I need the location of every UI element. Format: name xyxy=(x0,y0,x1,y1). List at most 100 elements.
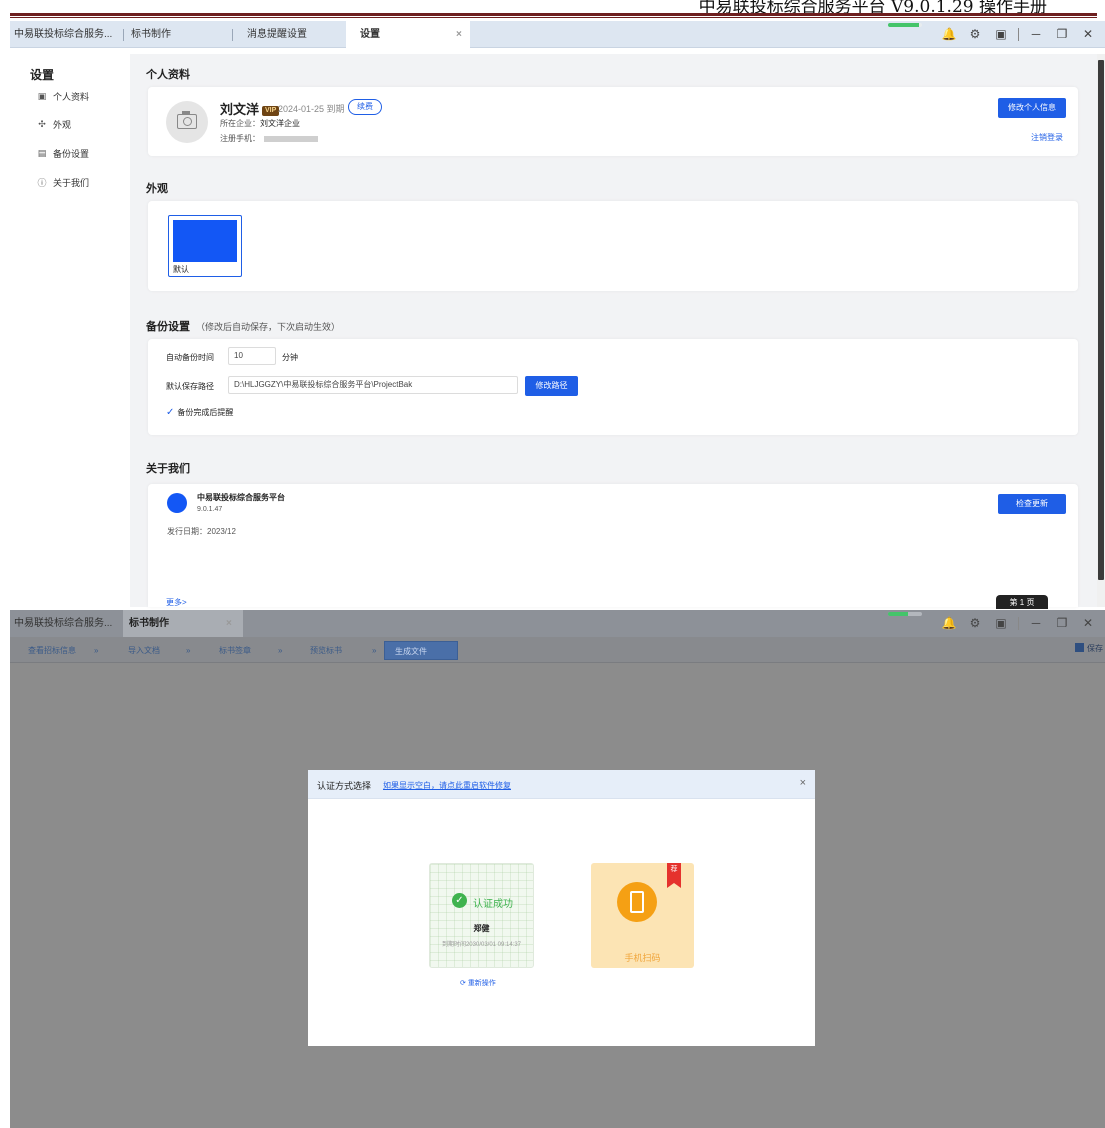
gear-icon[interactable]: ⚙ xyxy=(962,21,988,48)
step-view-tender[interactable]: 查看招标信息 xyxy=(18,641,86,660)
save-button[interactable]: 保存 xyxy=(1075,643,1103,654)
tab-message-settings[interactable]: 消息提醒设置 xyxy=(243,21,343,48)
sidebar-item-label: 备份设置 xyxy=(53,149,90,159)
step-import-doc[interactable]: 导入文档 xyxy=(118,641,170,660)
app-logo xyxy=(167,493,187,513)
edit-profile-button[interactable]: 修改个人信息 xyxy=(998,98,1066,118)
profile-card-icon: ▣ xyxy=(37,91,47,101)
tab-settings[interactable]: 设置 × xyxy=(346,21,470,48)
gear-icon[interactable]: ⚙ xyxy=(962,610,988,637)
step-generate-file[interactable]: 生成文件 xyxy=(384,641,458,660)
redo-label: 重新操作 xyxy=(467,980,496,987)
phone-line: 注册手机： xyxy=(220,133,318,144)
tab-home[interactable]: 中易联投标综合服务... xyxy=(10,21,122,48)
close-icon[interactable]: × xyxy=(800,777,806,789)
restore-icon[interactable]: ❐ xyxy=(1049,610,1075,637)
bell-icon[interactable]: 🔔 xyxy=(936,21,962,48)
dialog-header: 认证方式选择 如果显示空白，请点此重启软件修复 × xyxy=(308,770,815,799)
sidebar-item-backup[interactable]: ▤ 备份设置 xyxy=(37,147,89,160)
backup-note: （修改后自动保存，下次启动生效） xyxy=(196,322,341,332)
sidebar-item-about[interactable]: ⓘ 关于我们 xyxy=(37,176,89,189)
appearance-card: 默认 xyxy=(148,201,1078,291)
profile-card: 刘文洋 VIP 2024-01-25 到期 续费 所在企业：刘文洋企业 注册手机：… xyxy=(148,87,1078,156)
vip-badge: VIP xyxy=(262,106,280,116)
header-rule-thin xyxy=(10,17,1097,18)
theme-option-default[interactable]: 默认 xyxy=(168,215,242,277)
renew-button[interactable]: 续费 xyxy=(348,99,382,115)
appearance-section-title: 外观 xyxy=(146,183,168,195)
sync-progress-bar xyxy=(888,23,922,27)
message-box-icon[interactable]: ▣ xyxy=(988,21,1014,48)
window-controls: 🔔 ⚙ ▣ ─ ❐ ✕ xyxy=(936,21,1101,48)
tab-bid-doc[interactable]: 标书制作 × xyxy=(123,610,243,637)
check-update-button[interactable]: 检查更新 xyxy=(998,494,1066,514)
profile-section-title: 个人资料 xyxy=(146,69,190,81)
tab-settings-label: 设置 xyxy=(360,29,380,40)
app-titlebar-2: 中易联投标综合服务... 标书制作 × 🔔 ⚙ ▣ ─ ❐ ✕ xyxy=(10,610,1105,637)
change-path-button[interactable]: 修改路径 xyxy=(525,376,578,396)
logout-link[interactable]: 注销登录 xyxy=(1031,132,1063,143)
repair-link[interactable]: 如果显示空白，请点此重启软件修复 xyxy=(383,780,511,791)
redo-link[interactable]: ⟳ 重新操作 xyxy=(460,978,496,988)
document-header: 中易联投标综合服务平台 V9.0.1.29 操作手册 xyxy=(0,0,1105,19)
message-box-icon[interactable]: ▣ xyxy=(988,610,1014,637)
restore-icon[interactable]: ❐ xyxy=(1049,21,1075,48)
control-separator xyxy=(1018,617,1019,630)
sidebar-item-label: 关于我们 xyxy=(53,178,90,188)
theme-label: 默认 xyxy=(173,265,189,274)
backup-section-title: 备份设置 （修改后自动保存，下次启动生效） xyxy=(146,318,340,334)
auth-user-name: 郑健 xyxy=(473,924,490,933)
minimize-icon[interactable]: ─ xyxy=(1023,610,1049,637)
save-path-input[interactable]: D:\HLJGGZY\中易联投标综合服务平台\ProjectBak xyxy=(228,376,518,394)
settings-title: 设置 xyxy=(30,68,55,82)
auth-success-card[interactable]: ✓ 认证成功 郑健 到期时间2030/03/01 09:14:37 xyxy=(429,863,534,968)
tab-home[interactable]: 中易联投标综合服务... xyxy=(10,610,122,637)
settings-scrollbar[interactable] xyxy=(1097,54,1105,607)
step-arrow-icon: » xyxy=(186,646,191,655)
backup-card: 自动备份时间 10 分钟 默认保存路径 D:\HLJGGZY\中易联投标综合服务… xyxy=(148,339,1078,435)
auth-expiry: 到期时间2030/03/01 09:14:37 xyxy=(441,942,522,948)
save-icon xyxy=(1075,643,1084,652)
step-sign[interactable]: 标书签章 xyxy=(209,641,261,660)
app-titlebar: 中易联投标综合服务... 标书制作 消息提醒设置 设置 × 🔔 ⚙ ▣ ─ ❐ … xyxy=(10,21,1105,48)
phone-label: 注册手机： xyxy=(220,134,260,143)
step-arrow-icon: » xyxy=(278,646,283,655)
about-section-title: 关于我们 xyxy=(146,463,190,475)
control-separator xyxy=(1018,28,1019,41)
step-preview[interactable]: 预览标书 xyxy=(300,641,352,660)
close-icon[interactable]: × xyxy=(456,21,462,48)
more-link[interactable]: 更多> xyxy=(166,597,187,608)
auto-backup-label: 自动备份时间 xyxy=(166,353,214,362)
company-line: 所在企业：刘文洋企业 xyxy=(220,118,300,129)
tab-separator xyxy=(123,29,124,41)
phone-icon xyxy=(617,882,657,922)
sidebar-item-label: 外观 xyxy=(53,120,72,130)
header-rule xyxy=(10,13,1097,16)
sync-progress-bar xyxy=(888,612,922,616)
scrollbar-thumb[interactable] xyxy=(1098,60,1104,580)
scan-label: 手机扫码 xyxy=(624,953,661,963)
close-window-icon[interactable]: ✕ xyxy=(1075,21,1101,48)
auto-backup-input[interactable]: 10 xyxy=(228,347,276,365)
save-path-label: 默认保存路径 xyxy=(166,382,214,391)
minimize-icon[interactable]: ─ xyxy=(1023,21,1049,48)
sidebar-item-label: 个人资料 xyxy=(53,92,90,102)
sidebar-item-appearance[interactable]: ✣ 外观 xyxy=(37,118,71,131)
close-icon[interactable]: × xyxy=(226,610,232,637)
settings-sidebar: 设置 ▣ 个人资料 ✣ 外观 ▤ 备份设置 ⓘ 关于我们 xyxy=(10,54,130,607)
tab-bid-doc-label: 标书制作 xyxy=(129,618,169,629)
avatar[interactable] xyxy=(166,101,208,143)
page-indicator: 第 1 页 xyxy=(996,595,1048,609)
minutes-unit: 分钟 xyxy=(282,353,298,362)
company-label: 所在企业： xyxy=(220,119,260,128)
recommended-ribbon: 荐 xyxy=(667,863,681,888)
camera-icon xyxy=(177,111,197,129)
bell-icon[interactable]: 🔔 xyxy=(936,610,962,637)
about-card: 中易联投标综合服务平台 9.0.1.47 发行日期：2023/12 检查更新 xyxy=(148,484,1078,607)
tab-bid-doc[interactable]: 标书制作 xyxy=(127,21,231,48)
sidebar-item-profile[interactable]: ▣ 个人资料 xyxy=(37,90,89,103)
appearance-icon: ✣ xyxy=(38,119,46,129)
close-window-icon[interactable]: ✕ xyxy=(1075,610,1101,637)
save-label: 保存 xyxy=(1087,644,1103,653)
backup-remind-checkbox[interactable]: ✓ 备份完成后提醒 xyxy=(166,407,233,418)
